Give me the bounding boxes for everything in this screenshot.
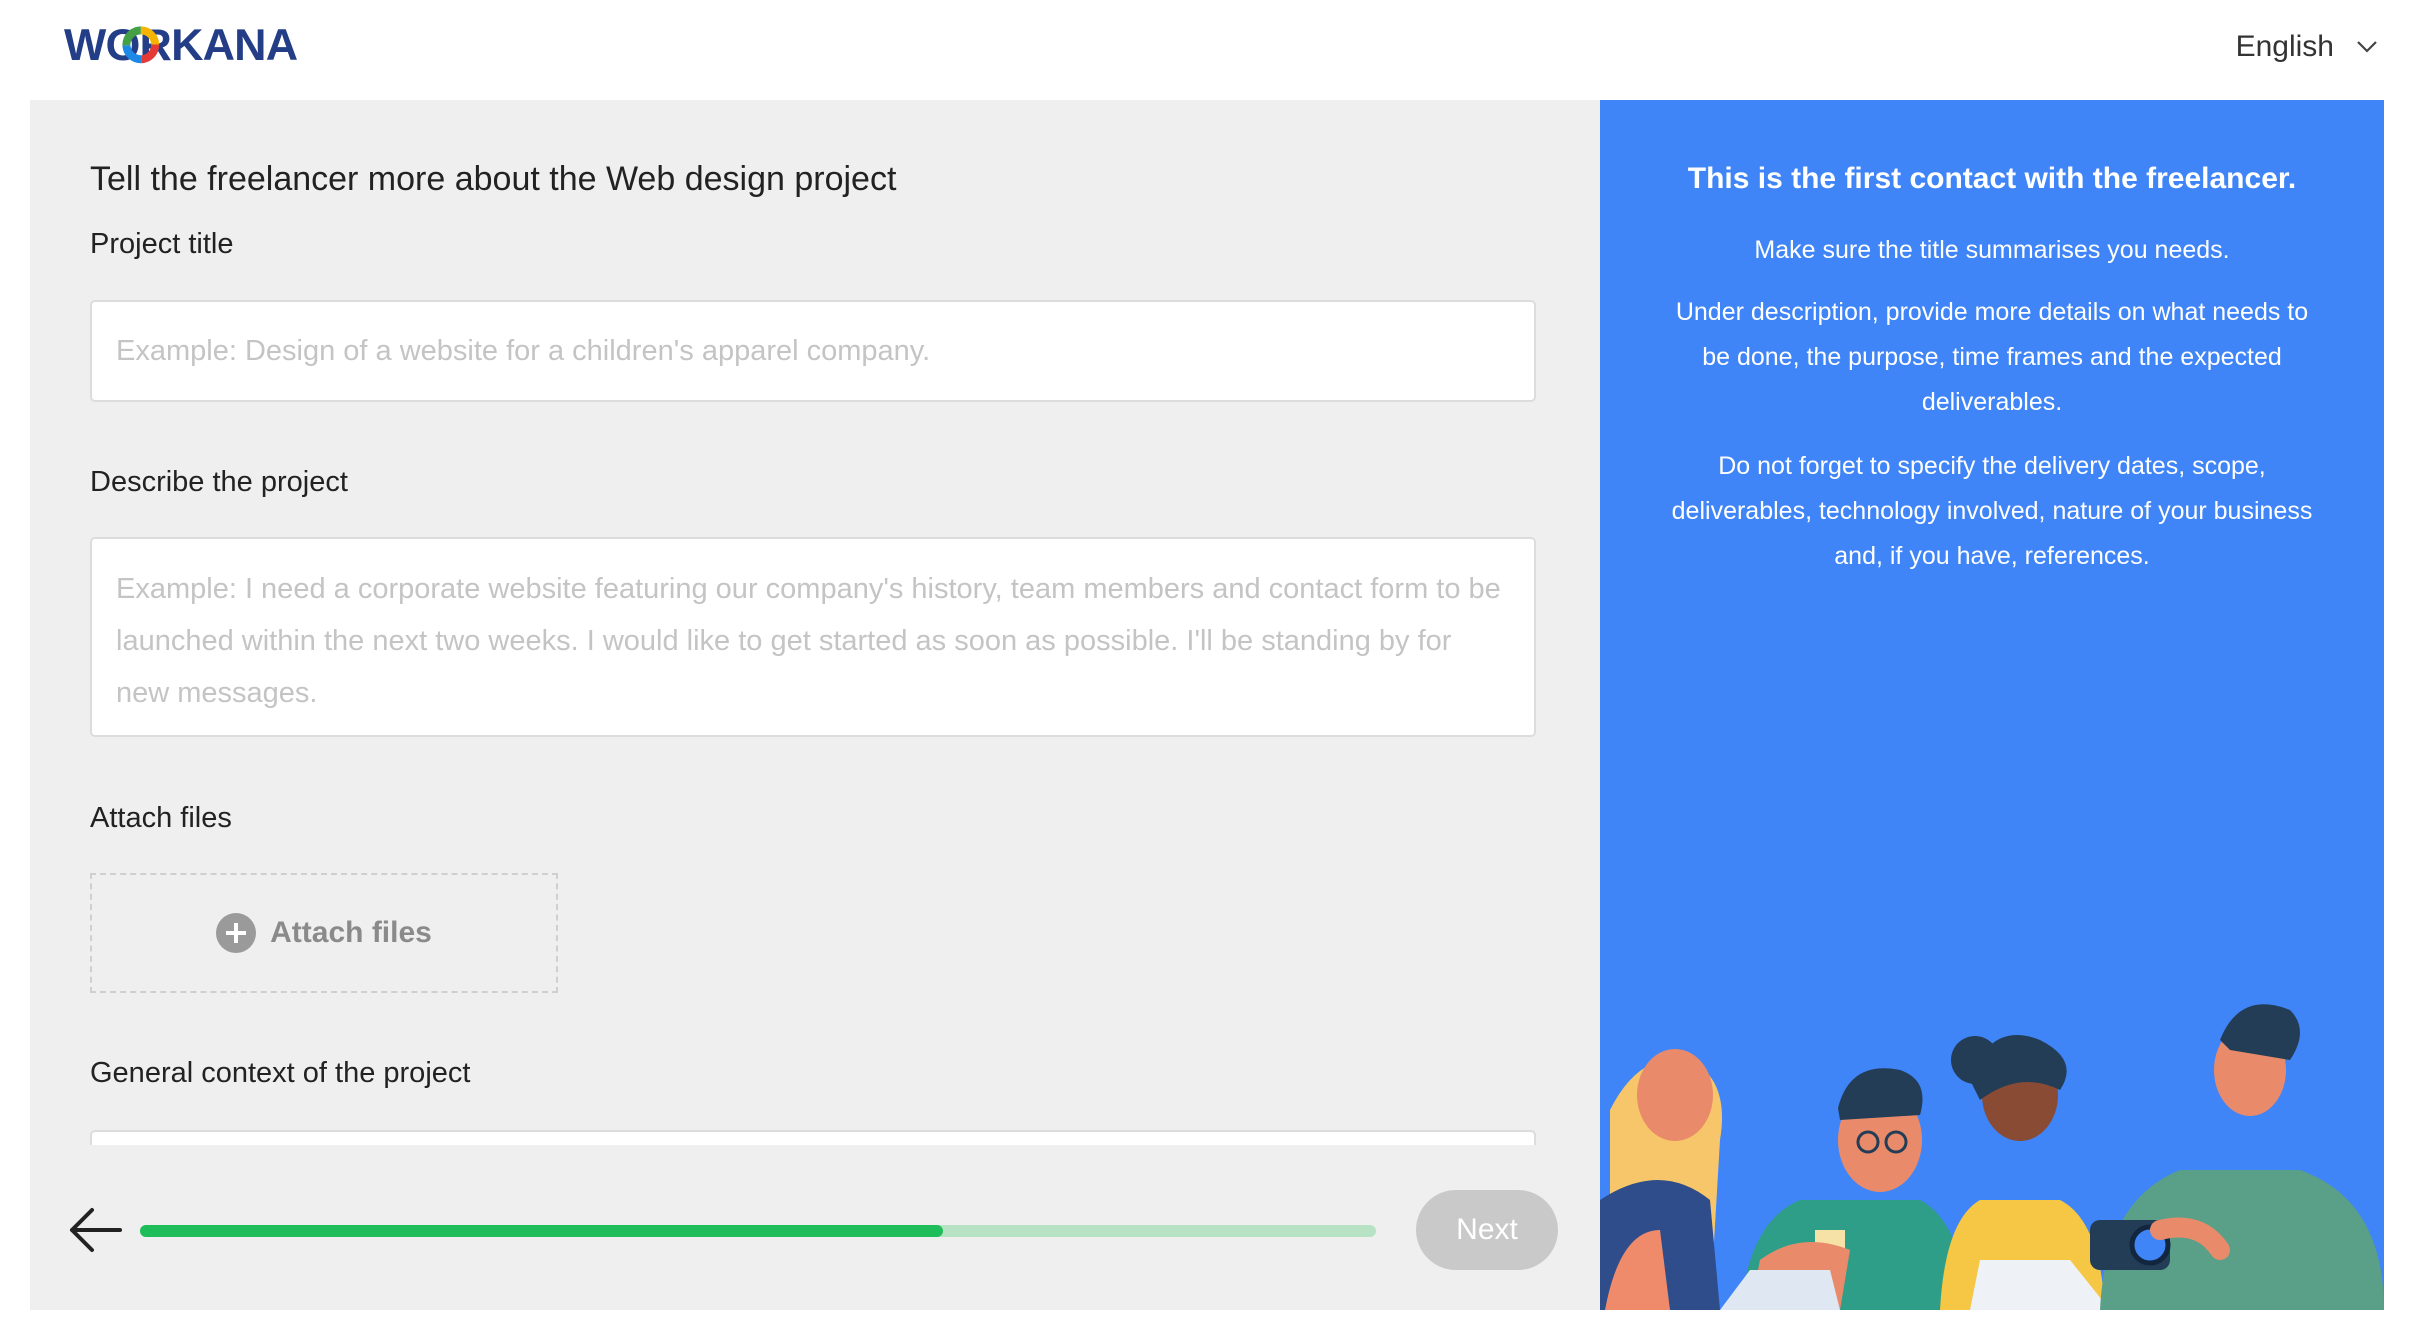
tips-panel: This is the first contact with the freel…: [1600, 100, 2384, 1310]
attach-files-button[interactable]: Attach files: [90, 873, 558, 993]
project-description-textarea[interactable]: [90, 537, 1536, 737]
form-heading: Tell the freelancer more about the Web d…: [90, 160, 897, 198]
general-context-label: General context of the project: [90, 1057, 471, 1089]
tip-description-advice: Under description, provide more details …: [1675, 298, 2309, 416]
tip-title-advice: Make sure the title summarises you needs…: [1754, 236, 2230, 264]
illustration-person-blonde: [1600, 1049, 1722, 1310]
chevron-down-icon: [2357, 41, 2377, 53]
language-label: English: [2235, 30, 2334, 63]
logo-text: WORKANA: [64, 20, 298, 68]
attach-files-button-label: Attach files: [270, 916, 432, 949]
progress-bar-fill: [140, 1225, 944, 1237]
language-selector[interactable]: English: [2236, 30, 2378, 64]
workana-logo[interactable]: WORKANA: [30, 20, 370, 68]
tip-details-advice: Do not forget to specify the delivery da…: [1671, 452, 2313, 570]
illustration-person-yellow: [1940, 1035, 2110, 1310]
project-form-panel: Tell the freelancer more about the Web d…: [30, 100, 1600, 1310]
progress-bar: [140, 1225, 1376, 1237]
top-bar: WORKANA English: [0, 0, 2414, 100]
next-button[interactable]: Next: [1416, 1190, 1558, 1270]
tips-title: This is the first contact with the freel…: [1687, 162, 2297, 195]
plus-circle-icon: [216, 913, 257, 953]
illustration-person-camera: [2090, 1004, 2384, 1310]
project-title-input[interactable]: [90, 300, 1536, 402]
project-title-label: Project title: [90, 228, 234, 260]
back-arrow-icon[interactable]: [66, 1205, 122, 1255]
team-illustration: [1600, 1004, 2384, 1310]
illustration-person-glasses: [1720, 1068, 1970, 1310]
describe-project-label: Describe the project: [90, 466, 348, 498]
attach-files-label: Attach files: [90, 802, 232, 834]
